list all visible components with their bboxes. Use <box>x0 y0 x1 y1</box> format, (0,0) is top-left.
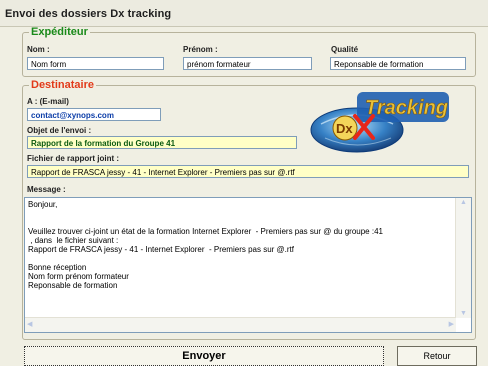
scroll-up-icon[interactable]: ▲ <box>456 199 471 206</box>
logo-text: Tracking <box>365 97 448 119</box>
message-line <box>28 218 455 227</box>
back-button[interactable]: Retour <box>397 346 477 366</box>
message-horizontal-scrollbar[interactable]: ◀ ▶ <box>25 317 456 332</box>
name-label: Nom : <box>27 45 50 54</box>
message-line: Reponsable de formation <box>28 281 118 290</box>
message-line <box>28 209 455 218</box>
message-text: Bonjour, Veuillez trouver ci-joint un éta… <box>28 200 455 290</box>
message-vertical-scrollbar[interactable]: ▲ ▼ <box>455 198 471 318</box>
scroll-down-icon[interactable]: ▼ <box>456 310 471 317</box>
send-button[interactable]: Envoyer <box>24 346 384 366</box>
logo-graphic: Tracking Dx <box>310 92 449 153</box>
sender-legend: Expéditeur <box>31 26 88 38</box>
dx-tracking-logo: Tracking Dx <box>295 86 455 158</box>
recipient-legend: Destinataire <box>31 79 94 91</box>
window-titlebar: Envoi des dossiers Dx tracking <box>0 0 488 27</box>
name-field[interactable]: Nom form <box>27 57 164 70</box>
message-line: Bonjour, <box>28 200 58 209</box>
message-line: Rapport de FRASCA jessy - 41 - Internet … <box>28 245 294 254</box>
message-label: Message : <box>27 185 66 194</box>
message-line: Nom form prénom formateur <box>28 272 129 281</box>
firstname-field[interactable]: prénom formateur <box>183 57 312 70</box>
quality-label: Qualité <box>331 45 359 54</box>
file-field[interactable]: Rapport de FRASCA jessy - 41 - Internet … <box>27 165 469 178</box>
email-label: A : (E-mail) <box>27 97 69 106</box>
email-field[interactable]: contact@xynops.com <box>27 108 161 121</box>
logo-badge: Dx <box>336 121 353 136</box>
subject-label: Objet de l'envoi : <box>27 126 92 135</box>
file-label: Fichier de rapport joint : <box>27 154 120 163</box>
window-title: Envoi des dossiers Dx tracking <box>5 8 172 20</box>
quality-field[interactable]: Reponsable de formation <box>330 57 466 70</box>
subject-field[interactable]: Rapport de la formation du Groupe 41 <box>27 136 297 149</box>
scroll-left-icon[interactable]: ◀ <box>27 320 32 328</box>
message-line: Veuillez trouver ci-joint un état de la … <box>28 227 383 236</box>
message-line: , dans le fichier suivant : <box>28 236 119 245</box>
firstname-label: Prénom : <box>183 45 218 54</box>
message-textarea[interactable]: Bonjour, Veuillez trouver ci-joint un éta… <box>24 197 472 333</box>
scroll-right-icon[interactable]: ▶ <box>449 320 454 328</box>
message-line <box>28 254 455 263</box>
message-line: Bonne réception <box>28 263 87 272</box>
